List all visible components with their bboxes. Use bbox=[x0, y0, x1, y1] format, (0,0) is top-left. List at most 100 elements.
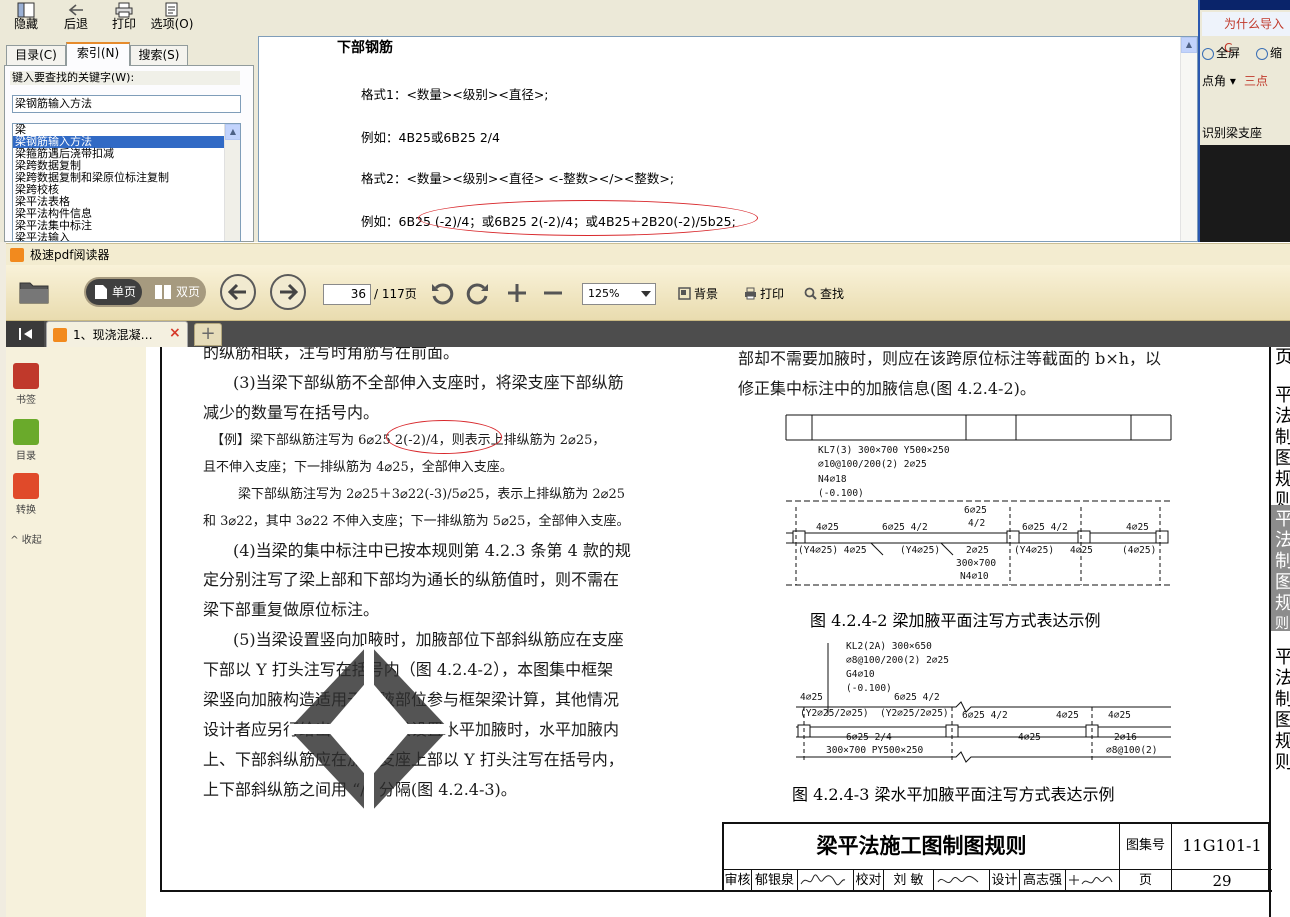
hide-icon bbox=[17, 2, 35, 18]
back-arrow-icon bbox=[68, 4, 83, 16]
sidebar-toggle-button[interactable] bbox=[6, 321, 44, 347]
collapse-button[interactable]: ^ 收起 bbox=[6, 531, 46, 546]
para-line: 部却不需要加腋时，则应在该跨原位标注等截面的 b×h，以 bbox=[738, 349, 1162, 368]
fig2-label: 4⌀25 bbox=[1056, 710, 1079, 721]
identify-support-label: 识别梁支座 bbox=[1202, 126, 1263, 140]
options-label: 选项(O) bbox=[150, 17, 194, 31]
background-label: 背景 bbox=[694, 287, 719, 301]
print-pdf-button[interactable]: 打印 bbox=[744, 286, 784, 302]
side-index-highlight: 平 法 制 图 规 则 bbox=[1271, 505, 1290, 632]
help-tabs: 目录(C) 索引(N) 搜索(S) bbox=[4, 42, 254, 66]
three-point-label: 三点 bbox=[1244, 74, 1269, 88]
check-label: 校对 bbox=[854, 870, 884, 892]
keyword-input[interactable]: 梁钢筋输入方法 bbox=[12, 95, 241, 113]
fig2-label: 4⌀25 bbox=[1018, 732, 1041, 743]
zoom-in-plus-icon[interactable] bbox=[506, 282, 528, 304]
help-toolbar: 隐藏 后退 打印 选项(O) bbox=[0, 0, 258, 36]
prev-page-button[interactable] bbox=[220, 274, 256, 310]
scroll-up-arrow-icon[interactable]: ▲ bbox=[1181, 37, 1197, 53]
cad-titlebar bbox=[1198, 0, 1290, 10]
fig2-label: ⌀8@100(2) bbox=[1106, 745, 1158, 756]
zoom-out-tool[interactable]: 缩 bbox=[1256, 44, 1282, 61]
point-angle-tool[interactable]: 点角 ▾ bbox=[1202, 72, 1236, 89]
red-ellipse-annotation bbox=[418, 200, 758, 236]
back-label: 后退 bbox=[63, 17, 88, 31]
cad-hint-text: 为什么导入C bbox=[1202, 12, 1290, 55]
document-tab-title: 1、现浇混凝… bbox=[73, 328, 153, 342]
convert-label: 转换 bbox=[16, 505, 36, 516]
tab-search[interactable]: 搜索(S) bbox=[130, 45, 188, 66]
side-index-char: 法 bbox=[1275, 530, 1290, 551]
fig2-label: (Y2⌀25/2⌀25) bbox=[880, 708, 949, 719]
fullscreen-tool[interactable]: 全屏 bbox=[1202, 44, 1240, 61]
keyword-list-scrollbar[interactable]: ▲ bbox=[224, 124, 240, 241]
print-label: 打印 bbox=[111, 17, 136, 31]
identify-support-tool[interactable]: 识别梁支座 bbox=[1202, 124, 1262, 141]
rotate-right-icon[interactable] bbox=[466, 282, 490, 306]
watermark-logo bbox=[289, 644, 449, 814]
tab-index[interactable]: 索引(N) bbox=[66, 42, 130, 66]
fig2-label: 4⌀25 bbox=[800, 692, 823, 703]
page-number-input[interactable]: 36 bbox=[323, 284, 371, 305]
fig2-label: G4⌀10 bbox=[846, 669, 875, 680]
signature-image bbox=[1069, 875, 1113, 885]
printer-icon bbox=[745, 287, 756, 300]
options-button[interactable]: 选项(O) bbox=[150, 0, 194, 34]
tab-contents[interactable]: 目录(C) bbox=[6, 45, 66, 66]
back-button[interactable]: 后退 bbox=[54, 0, 98, 34]
keyword-list[interactable]: 梁梁钢筋输入方法 梁箍筋遇后浇带扣减 梁跨数据复制 梁跨数据复制和梁原位标注复制 梁跨校… bbox=[12, 123, 241, 242]
convert-button[interactable]: 转换 bbox=[6, 473, 46, 516]
single-page-label: 单页 bbox=[112, 285, 137, 299]
zoom-select[interactable]: 125% bbox=[582, 283, 656, 305]
para-line: 和 3⌀22，其中 3⌀22 不伸入支座；下一排纵筋为 5⌀25，全部伸入支座。 bbox=[203, 514, 630, 529]
find-button[interactable]: 查找 bbox=[804, 286, 844, 302]
three-point-tool[interactable]: 三点 bbox=[1244, 72, 1268, 89]
zoom-out-label: 缩 bbox=[1270, 46, 1283, 60]
side-index-char: 平 bbox=[1275, 385, 1290, 406]
cad-window-border bbox=[1198, 0, 1200, 242]
para-line: 减少的数量写在括号内。 bbox=[203, 403, 380, 422]
para-line: 梁下部纵筋注写为 2⌀25＋3⌀22(-3)/5⌀25，表示上排纵筋为 2⌀25 bbox=[238, 487, 626, 502]
options-icon bbox=[165, 2, 178, 17]
keyword-list-item[interactable]: 梁平法输入 bbox=[13, 232, 240, 242]
app-title: 极速pdf阅读器 bbox=[30, 248, 110, 262]
review-label: 审核 bbox=[724, 870, 752, 892]
help-content-scrollbar[interactable]: ▲ bbox=[1180, 37, 1197, 241]
pdf-toolbar: 单页 双页 36 / 117页 125% 背景 打印 查找 bbox=[6, 265, 1290, 321]
hide-button[interactable]: 隐藏 bbox=[4, 0, 48, 34]
fig1-label: 6⌀25 4/2 bbox=[1022, 522, 1068, 533]
document-tab[interactable]: 1、现浇混凝… × bbox=[46, 321, 188, 348]
red-ellipse-annotation bbox=[386, 420, 502, 454]
zoom-out-minus-icon[interactable] bbox=[542, 282, 564, 304]
zoom-out-icon bbox=[1256, 47, 1268, 60]
side-index-char: 则 bbox=[1275, 616, 1289, 632]
bookmark-icon bbox=[13, 363, 39, 389]
atlas-number-value: 11G101-1 bbox=[1172, 824, 1272, 870]
fig2-label: 6⌀25 2/4 bbox=[846, 732, 892, 743]
page-number: 29 bbox=[1212, 872, 1232, 890]
fig2-label: (Y2⌀25/2⌀25) bbox=[800, 708, 869, 719]
scroll-up-arrow-icon[interactable]: ▲ bbox=[225, 124, 240, 140]
bookmarks-button[interactable]: 书签 bbox=[6, 363, 46, 406]
pdf-doc-icon bbox=[53, 328, 67, 342]
title-block-signatures: 审核 郁银泉 校对 刘 敏 设计 高志强 页 29 bbox=[724, 870, 1272, 892]
zoom-value: 125% bbox=[588, 287, 620, 300]
pdf-sidebar: 书签 目录 转换 ^ 收起 bbox=[6, 347, 46, 917]
fig2-label: (-0.100) bbox=[846, 683, 892, 694]
pdf-page: 的纵筋相联，注写时角筋写在前面。 (3)当梁下部纵筋不全部伸入支座时，将梁支座下… bbox=[146, 347, 1290, 917]
checker-name: 刘 敏 bbox=[884, 870, 934, 892]
background-button[interactable]: 背景 bbox=[678, 286, 718, 302]
toc-button[interactable]: 目录 bbox=[6, 419, 46, 462]
close-icon[interactable]: × bbox=[169, 325, 181, 341]
open-folder-icon[interactable] bbox=[18, 277, 50, 305]
single-page-button[interactable]: 单页 bbox=[86, 279, 142, 305]
next-page-button[interactable] bbox=[270, 274, 306, 310]
print-button[interactable]: 打印 bbox=[102, 0, 146, 34]
app-logo-icon bbox=[10, 248, 24, 262]
pdf-to-word-icon bbox=[13, 473, 39, 499]
double-page-button[interactable]: 双页 bbox=[146, 279, 204, 305]
rotate-left-icon[interactable] bbox=[430, 282, 454, 306]
para-line: 修正集中标注中的加腋信息(图 4.2.4-2)。 bbox=[738, 379, 1036, 398]
reviewer-name: 郁银泉 bbox=[752, 870, 798, 892]
new-tab-button[interactable]: + bbox=[194, 323, 222, 346]
